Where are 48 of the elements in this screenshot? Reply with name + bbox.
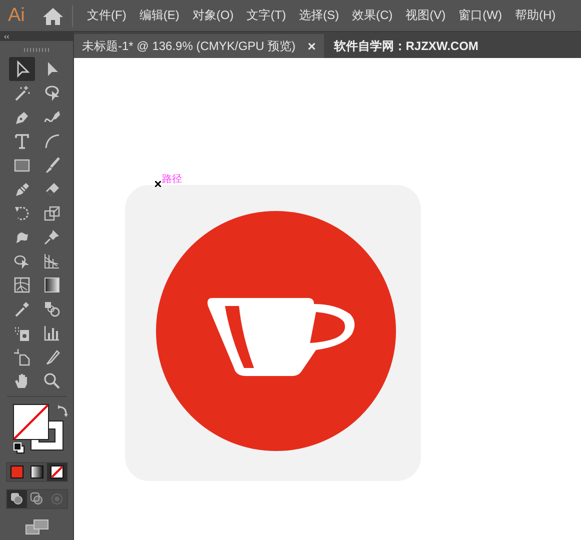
draw-mode-button[interactable] [6,490,26,508]
tab-title: 软件自学网：RJZXW.COM [334,38,478,54]
arc-icon [42,132,60,150]
pushpin-icon [42,228,60,246]
gradient-icon [42,276,60,294]
rotate-icon [12,204,30,222]
document-tab[interactable]: 未标题-1* @ 136.9% (CMYK/GPU 预览) × [74,34,324,58]
fill-swatch[interactable] [12,404,48,440]
menu-item[interactable]: 文字(T) [246,7,286,24]
close-button[interactable]: × [308,38,316,54]
menu-item[interactable]: 帮助(H) [514,7,556,24]
none-mode-icon [50,465,64,479]
bar-graph-icon [42,324,60,342]
blend-icon [42,300,60,318]
collapse-button[interactable]: ‹‹ [4,32,10,41]
grip-icon[interactable] [24,48,50,52]
path-label: 路径 [162,173,182,186]
document-tab[interactable]: 软件自学网：RJZXW.COM [324,34,486,58]
lasso-icon [42,84,60,102]
home-icon[interactable] [42,6,64,26]
menu-item[interactable]: 效果(C) [352,7,393,24]
anchor-point-icon [155,181,161,187]
scale-icon [42,204,60,222]
menu-item[interactable]: 选择(S) [298,7,339,24]
magic-wand-icon [12,84,30,102]
screen-mode-icon[interactable] [24,519,48,535]
draw-behind-icon [30,492,44,506]
tool-button[interactable] [8,57,34,81]
app-logo: Ai [8,4,26,26]
swap-icon[interactable] [56,404,68,418]
type-icon [12,132,30,150]
menu-item[interactable]: 文件(F) [87,7,126,24]
color-mode-button[interactable] [46,463,66,481]
menu-item[interactable]: 窗口(W) [458,7,502,24]
perspective-grid-icon [42,252,60,270]
menu-item[interactable]: 对象(O) [192,7,234,24]
mesh-icon [12,276,30,294]
color-mode-icon [10,465,24,479]
search-icon [42,372,60,390]
draw-inside-icon [50,492,64,506]
menu-item[interactable]: 视图(V) [406,7,446,24]
eyedropper-icon [12,300,30,318]
tab-title: 未标题-1* @ 136.9% (CMYK/GPU 预览) [82,38,296,54]
default-colors-icon[interactable] [12,442,24,454]
draw-normal-icon [10,492,24,506]
artboard-icon [12,348,30,366]
menu-item[interactable]: 编辑(E) [139,7,180,24]
gradient-mode-icon [30,465,44,479]
